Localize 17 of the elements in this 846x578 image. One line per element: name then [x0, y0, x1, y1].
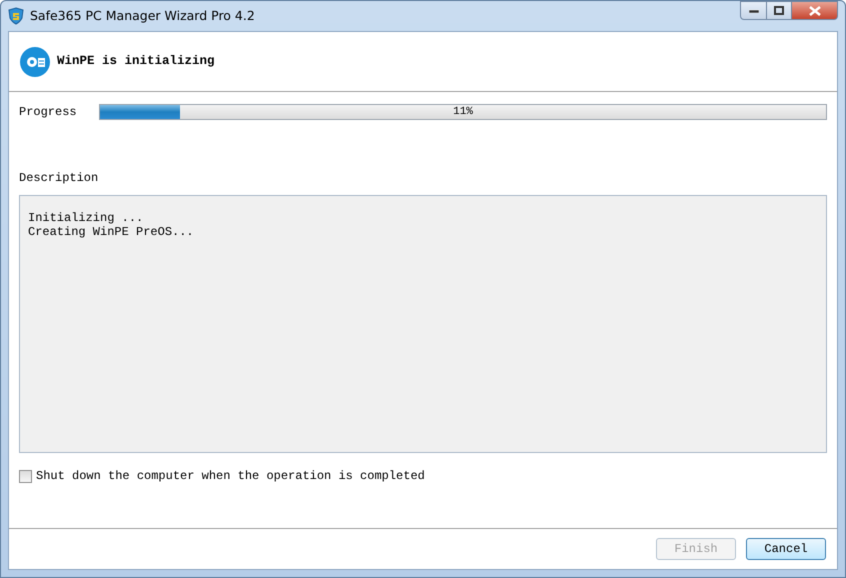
- checkbox[interactable]: [19, 470, 32, 482]
- checkbox-label[interactable]: Shut down the computer when the operation is completed: [36, 467, 425, 485]
- close-icon: [808, 6, 820, 16]
- close-button[interactable]: [792, 1, 838, 20]
- progress-label: Progress: [19, 104, 78, 121]
- minimize-button[interactable]: [740, 1, 766, 20]
- disc-icon: [19, 46, 51, 78]
- step-title: WinPE is initializing: [57, 53, 215, 70]
- shield-icon: [8, 7, 24, 25]
- dialog-button[interactable]: Cancel: [746, 538, 826, 560]
- window-title: Safe365 PC Manager Wizard Pro 4.2: [30, 6, 255, 25]
- maximize-icon: [774, 6, 784, 15]
- description-label: Description: [19, 171, 98, 185]
- maximize-button[interactable]: [766, 1, 792, 20]
- minimize-icon: [748, 8, 758, 12]
- description-log: Initializing ... Creating WinPE PreOS...: [19, 195, 827, 453]
- progress-percent: 11%: [452, 105, 474, 119]
